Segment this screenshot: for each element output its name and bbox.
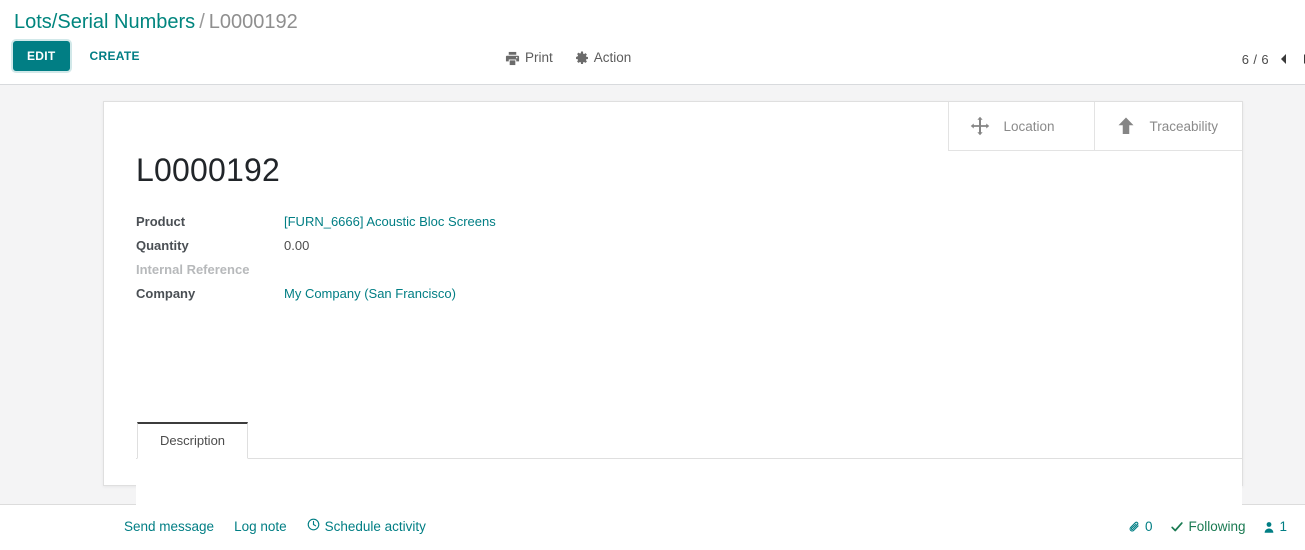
notebook: Description [136, 422, 1242, 517]
smart-button-location-label: Location [1003, 118, 1055, 134]
action-dropdown[interactable]: Action [575, 49, 632, 67]
following-status[interactable]: Following [1170, 518, 1245, 536]
field-value-company[interactable]: My Company (San Francisco) [284, 282, 456, 306]
pager-previous-button[interactable] [1279, 53, 1288, 67]
smart-button-location[interactable]: Location [948, 102, 1095, 151]
followers-count-label: 1 [1279, 519, 1287, 534]
field-value-product[interactable]: [FURN_6666] Acoustic Bloc Screens [284, 210, 496, 234]
smart-button-traceability-label: Traceability [1149, 118, 1218, 134]
form-sheet: Location Traceability L0000192 Product [… [103, 101, 1243, 517]
print-label: Print [525, 50, 553, 65]
arrow-up-icon [1116, 116, 1136, 136]
smart-button-box: Location Traceability [948, 102, 1242, 151]
field-label-internal-reference: Internal Reference [136, 262, 250, 277]
smart-button-traceability[interactable]: Traceability [1094, 102, 1242, 151]
gear-icon [575, 51, 589, 65]
schedule-activity-button[interactable]: Schedule activity [307, 518, 426, 536]
form-area: Location Traceability L0000192 Product [… [0, 85, 1305, 517]
create-button[interactable]: CREATE [78, 41, 152, 71]
pager-value[interactable]: 6 / 6 [1242, 52, 1269, 67]
log-note-button[interactable]: Log note [234, 518, 287, 536]
breadcrumb-root-link[interactable]: Lots/Serial Numbers [14, 11, 195, 33]
followers-count[interactable]: 1 [1263, 518, 1287, 536]
breadcrumb-separator: / [199, 11, 205, 33]
arrows-move-icon [970, 116, 990, 136]
field-row-product: Product [FURN_6666] Acoustic Bloc Screen… [136, 210, 1242, 234]
chatter: Send message Log note Schedule activity … [0, 505, 1305, 549]
attachment-count-label: 0 [1144, 519, 1153, 534]
breadcrumb-current: L0000192 [208, 11, 298, 33]
field-row-company: Company My Company (San Francisco) [136, 282, 1242, 306]
following-label: Following [1188, 519, 1246, 534]
field-label-quantity: Quantity [136, 238, 189, 253]
breadcrumb: Lots/Serial Numbers / L0000192 [0, 0, 1305, 35]
control-panel-dropdowns: Print Action [505, 49, 631, 67]
tab-description[interactable]: Description [137, 422, 249, 459]
edit-button[interactable]: EDIT [13, 41, 70, 71]
printer-icon [505, 51, 520, 66]
control-panel: Lots/Serial Numbers / L0000192 EDIT CREATE … [0, 0, 1305, 85]
paperclip-icon [1128, 521, 1141, 534]
field-row-quantity: Quantity 0.00 [136, 234, 1242, 258]
user-icon [1263, 521, 1275, 534]
clock-icon [307, 518, 320, 536]
field-value-quantity: 0.00 [284, 238, 310, 253]
field-row-internal-reference: Internal Reference [136, 258, 1242, 282]
pager: 6 / 6 [1242, 52, 1305, 67]
pager-arrows [1279, 53, 1305, 67]
check-icon [1170, 520, 1184, 534]
field-label-product: Product [136, 214, 186, 229]
schedule-activity-label: Schedule activity [324, 519, 426, 534]
chatter-stats: 0 Following 1 [1128, 505, 1287, 549]
attachment-count[interactable]: 0 [1128, 518, 1153, 536]
action-label: Action [593, 50, 632, 65]
send-message-button[interactable]: Send message [124, 518, 214, 536]
field-label-company: Company [136, 286, 196, 301]
notebook-tabs: Description [136, 422, 1242, 459]
control-panel-buttons: EDIT CREATE Print Action 6 / 6 [0, 41, 1305, 81]
record-title: L0000192 [136, 152, 280, 188]
field-group: Product [FURN_6666] Acoustic Bloc Screen… [136, 210, 1242, 306]
print-dropdown[interactable]: Print [505, 49, 553, 67]
